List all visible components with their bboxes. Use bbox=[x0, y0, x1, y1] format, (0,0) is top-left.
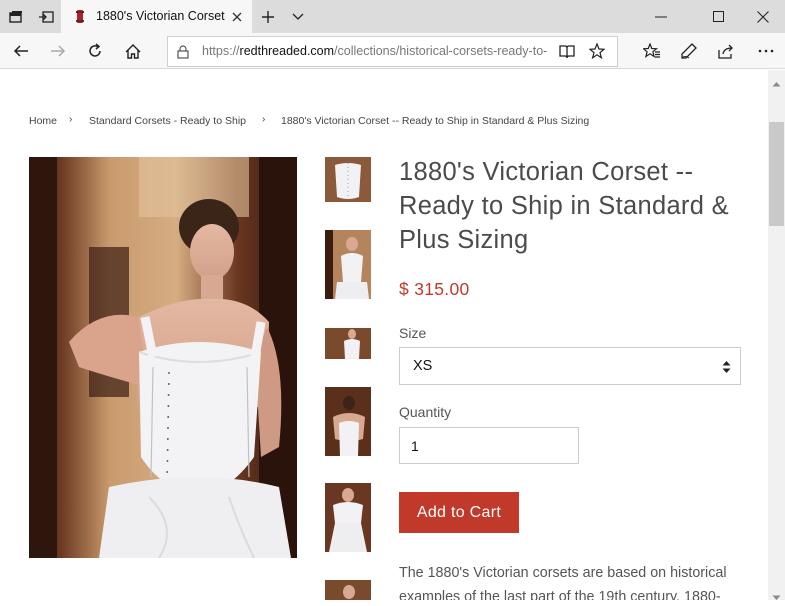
product-thumbnail[interactable] bbox=[325, 157, 371, 202]
url-text[interactable]: https://redthreaded.com/collections/hist… bbox=[202, 44, 554, 58]
scrollbar[interactable] bbox=[768, 70, 785, 600]
tab-actions-icon[interactable] bbox=[1, 0, 31, 33]
size-select-value: XS bbox=[413, 358, 433, 374]
breadcrumb-current: 1880's Victorian Corset -- Ready to Ship… bbox=[281, 115, 590, 127]
product-description: The 1880's Victorian corsets are based o… bbox=[399, 565, 727, 600]
url-host: redthreaded.com bbox=[239, 44, 335, 58]
favorites-icon[interactable] bbox=[637, 36, 667, 66]
url-scheme: https:// bbox=[202, 44, 240, 58]
share-icon[interactable] bbox=[711, 36, 741, 66]
tabs-aside-icon[interactable] bbox=[31, 0, 61, 33]
forward-icon[interactable] bbox=[43, 36, 73, 66]
scroll-down-icon[interactable] bbox=[772, 588, 781, 606]
close-icon[interactable] bbox=[227, 7, 247, 27]
url-path: /collections/historical-corsets-ready-to… bbox=[334, 44, 548, 58]
quantity-value: 1 bbox=[411, 438, 419, 454]
tab-title: 1880's Victorian Corset bbox=[96, 9, 225, 23]
size-select[interactable]: XS bbox=[399, 347, 741, 385]
minimize-icon[interactable] bbox=[646, 0, 676, 33]
add-to-cart-button[interactable]: Add to Cart bbox=[399, 492, 519, 533]
site-favicon bbox=[73, 9, 87, 24]
scroll-up-icon[interactable] bbox=[772, 74, 781, 92]
product-main-image[interactable] bbox=[29, 157, 297, 558]
address-bar[interactable]: https://redthreaded.com/collections/hist… bbox=[167, 36, 618, 67]
active-tab[interactable]: 1880's Victorian Corset bbox=[61, 0, 252, 33]
product-thumbnail[interactable] bbox=[325, 328, 371, 359]
product-title: 1880's Victorian Corset -- Ready to Ship… bbox=[399, 158, 729, 254]
navigation-bar: https://redthreaded.com/collections/hist… bbox=[0, 33, 785, 69]
breadcrumb-separator: › bbox=[262, 114, 266, 125]
lock-icon bbox=[177, 45, 189, 64]
home-icon[interactable] bbox=[118, 36, 148, 66]
maximize-icon[interactable] bbox=[703, 0, 733, 33]
more-icon[interactable] bbox=[751, 36, 781, 66]
favorite-star-icon[interactable] bbox=[588, 42, 606, 64]
quantity-label: Quantity bbox=[399, 404, 452, 420]
size-label: Size bbox=[399, 325, 427, 341]
page-content: Home › Standard Corsets - Ready to Ship … bbox=[0, 70, 768, 600]
quantity-input[interactable]: 1 bbox=[399, 427, 579, 464]
product-thumbnail[interactable] bbox=[325, 387, 371, 456]
back-icon[interactable] bbox=[6, 36, 36, 66]
product-thumbnail[interactable] bbox=[325, 483, 371, 552]
product-price: $ 315.00 bbox=[399, 279, 470, 299]
breadcrumb-separator: › bbox=[69, 114, 73, 125]
tab-strip: 1880's Victorian Corset bbox=[0, 0, 785, 33]
product-thumbnail[interactable] bbox=[325, 580, 371, 600]
window-close-icon[interactable] bbox=[748, 0, 778, 33]
select-arrows-icon bbox=[722, 360, 731, 379]
scroll-thumb[interactable] bbox=[769, 122, 784, 226]
reading-view-icon[interactable] bbox=[559, 44, 575, 64]
product-thumbnail[interactable] bbox=[325, 230, 371, 299]
new-tab-icon[interactable] bbox=[253, 0, 283, 33]
breadcrumb-home[interactable]: Home bbox=[29, 115, 57, 127]
breadcrumb-collection[interactable]: Standard Corsets - Ready to Ship bbox=[89, 115, 246, 127]
pen-icon[interactable] bbox=[674, 36, 704, 66]
refresh-icon[interactable] bbox=[80, 36, 110, 66]
chevron-down-icon[interactable] bbox=[283, 0, 313, 33]
